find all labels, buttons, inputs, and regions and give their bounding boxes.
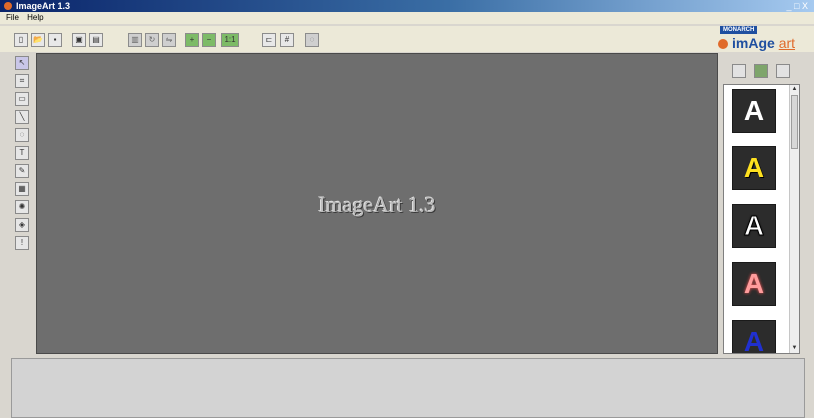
open-icon[interactable]: 📂 — [31, 33, 45, 47]
text-tool-icon[interactable]: T — [15, 146, 29, 160]
properties-panel — [11, 358, 805, 418]
logo-word-accent: art — [778, 35, 796, 51]
menu-file[interactable]: File — [6, 13, 19, 22]
image-icon[interactable]: ▤ — [89, 33, 103, 47]
info-tool-icon[interactable]: ! — [15, 236, 29, 250]
window-controls[interactable]: _ □ X — [787, 0, 808, 12]
flip-icon[interactable]: ⇋ — [162, 33, 176, 47]
fill-tool-icon[interactable]: ◈ — [15, 218, 29, 232]
layer-icon[interactable]: ▥ — [128, 33, 142, 47]
scroll-down-icon[interactable]: ▼ — [790, 344, 799, 353]
style-swatch-blue[interactable]: A — [732, 320, 776, 353]
tool-palette: ↖ ⌗ ▭ ╲ ◌ T ✎ ▦ ✺ ◈ ! — [14, 56, 32, 256]
select-tool-icon[interactable]: ↖ — [15, 56, 29, 70]
style-swatch-white[interactable]: A — [732, 89, 776, 133]
logo-word-main: imAge — [732, 35, 775, 51]
brush-tool-icon[interactable]: ✎ — [15, 164, 29, 178]
rectangle-tool-icon[interactable]: ▭ — [15, 92, 29, 106]
zoom-out-icon[interactable]: − — [202, 33, 216, 47]
add-style-icon[interactable] — [732, 64, 746, 78]
lock-icon[interactable]: ◌ — [305, 33, 319, 47]
rotate-icon[interactable]: ↻ — [145, 33, 159, 47]
zoom-in-icon[interactable]: + — [185, 33, 199, 47]
style-swatch-red-glow[interactable]: A — [732, 262, 776, 306]
logo-wordmark: imAge art — [732, 35, 795, 51]
window-title: ImageArt 1.3 — [16, 1, 71, 11]
remove-style-icon[interactable] — [776, 64, 790, 78]
style-swatch-yellow[interactable]: A — [732, 146, 776, 190]
scroll-thumb[interactable] — [791, 95, 798, 149]
scan-icon[interactable]: ▣ — [72, 33, 86, 47]
scroll-up-icon[interactable]: ▲ — [790, 85, 799, 94]
text-style-gallery: A A A A A ▲ ▼ — [723, 84, 800, 354]
lasso-tool-icon[interactable]: ◌ — [15, 128, 29, 142]
new-file-icon[interactable]: ▯ — [14, 33, 28, 47]
title-bar: ImageArt 1.3 _ □ X — [0, 0, 814, 12]
canvas-watermark: ImageArt 1.3 — [318, 192, 436, 217]
logo-badge: MONARCH — [720, 26, 758, 34]
grid-icon[interactable]: # — [280, 33, 294, 47]
image-canvas[interactable]: ImageArt 1.3 — [36, 53, 718, 354]
logo-mark-icon — [718, 39, 728, 49]
app-icon — [4, 2, 12, 10]
effects-tool-icon[interactable]: ✺ — [15, 200, 29, 214]
save-icon[interactable]: ▪ — [48, 33, 62, 47]
crop-tool-icon[interactable]: ⌗ — [15, 74, 29, 88]
style-gallery-scrollbar[interactable]: ▲ ▼ — [789, 85, 799, 353]
menu-bar: File Help — [0, 12, 814, 24]
menu-help[interactable]: Help — [27, 13, 43, 22]
style-swatch-outline[interactable]: A — [732, 204, 776, 248]
align-icon[interactable]: ⊏ — [262, 33, 276, 47]
style-panel-toolbar — [728, 64, 796, 82]
imageart-logo: MONARCH imAge art — [716, 26, 810, 52]
refresh-styles-icon[interactable] — [754, 64, 768, 78]
main-toolbar: ▯ 📂 ▪ ▣ ▤ ▥ ↻ ⇋ + − 1:1 ⊏ # ◌ — [0, 26, 814, 52]
actual-size-button[interactable]: 1:1 — [221, 33, 239, 47]
line-tool-icon[interactable]: ╲ — [15, 110, 29, 124]
picture-tool-icon[interactable]: ▦ — [15, 182, 29, 196]
